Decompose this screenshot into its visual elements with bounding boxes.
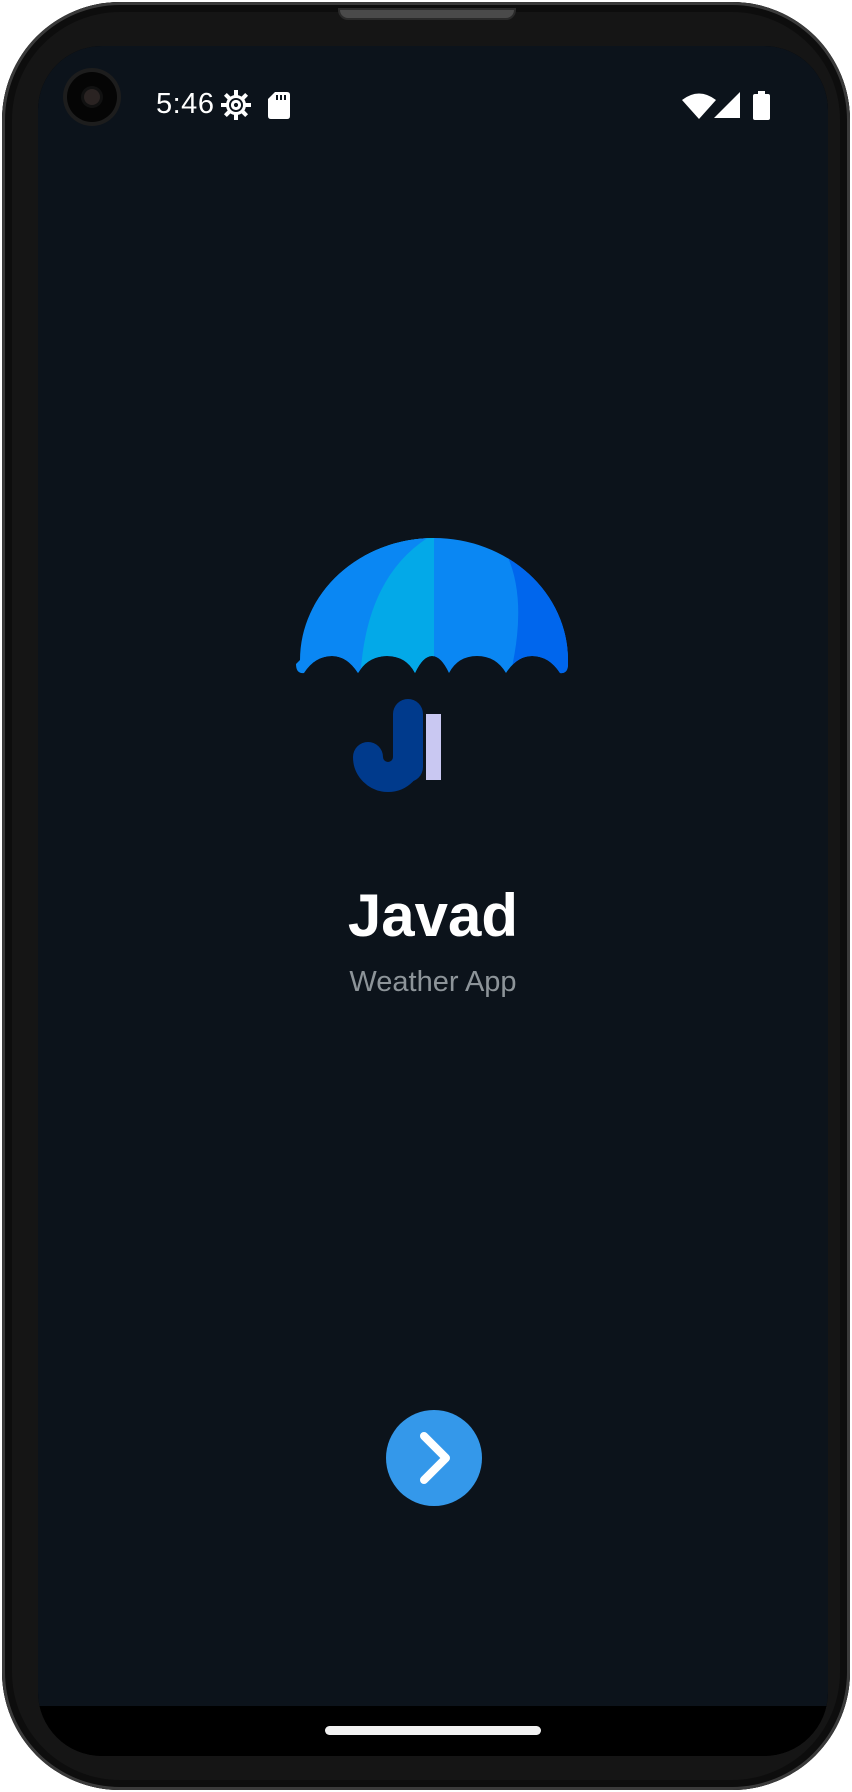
phone-frame: 5:46 Javad Weather App (2, 2, 850, 1790)
wifi-icon (682, 93, 716, 119)
front-camera (67, 72, 117, 122)
umbrella-shaft (426, 714, 441, 780)
app-title: Javad (347, 882, 519, 949)
battery-icon (753, 91, 770, 120)
cell-signal-icon (714, 92, 740, 118)
sd-card-icon (268, 92, 290, 119)
navigation-bar (38, 1706, 828, 1756)
home-gesture-handle[interactable] (325, 1726, 541, 1735)
splash-screen: 5:46 Javad Weather App (38, 46, 828, 1706)
phone-screen: 5:46 Javad Weather App (38, 46, 828, 1756)
next-button[interactable] (386, 1410, 482, 1506)
status-time: 5:46 (156, 88, 215, 120)
chevron-right-icon (420, 1432, 450, 1484)
earpiece-speaker (338, 8, 516, 20)
app-subtitle: Weather App (349, 966, 517, 998)
settings-gear-icon (221, 90, 251, 120)
umbrella-icon (296, 538, 568, 792)
